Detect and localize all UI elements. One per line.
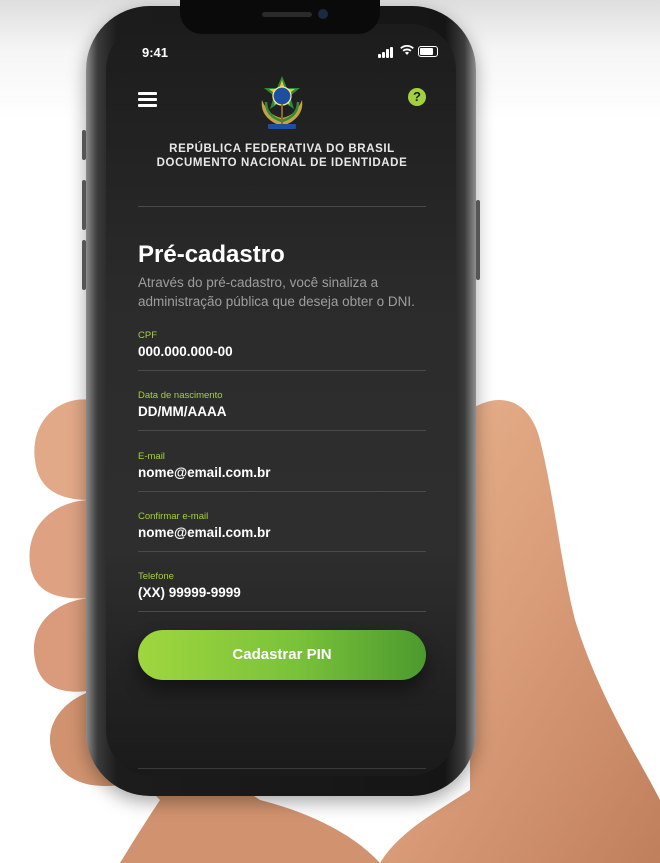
status-icons <box>378 44 438 58</box>
phone-volume-up-button <box>82 180 86 230</box>
cpf-label: CPF <box>138 330 157 341</box>
email-field[interactable]: E-mail nome@email.com.br <box>138 451 426 507</box>
header-divider <box>138 206 426 207</box>
confirm-email-field[interactable]: Confirmar e-mail nome@email.com.br <box>138 511 426 567</box>
field-underline <box>138 491 426 492</box>
email-label: E-mail <box>138 451 165 462</box>
phone-number-input[interactable]: (XX) 99999-9999 <box>138 585 241 600</box>
notch <box>180 0 380 34</box>
field-underline <box>138 430 426 431</box>
gov-line-2: DOCUMENTO NACIONAL DE IDENTIDADE <box>156 157 408 169</box>
page-description: Através do pré-cadastro, você sinaliza a… <box>138 275 415 309</box>
front-camera <box>318 9 328 19</box>
register-pin-button[interactable]: Cadastrar PIN <box>138 630 426 680</box>
confirm-email-input[interactable]: nome@email.com.br <box>138 525 270 540</box>
phone-volume-down-button <box>82 240 86 290</box>
cpf-input[interactable]: 000.000.000-00 <box>138 344 233 359</box>
status-time: 9:41 <box>142 45 169 60</box>
gov-line-1: REPÚBLICA FEDERATIVA DO BRASIL <box>169 143 395 155</box>
birthdate-label: Data de nascimento <box>138 390 223 401</box>
bottom-divider <box>138 768 426 769</box>
field-underline <box>138 611 426 612</box>
page-title: Pré-cadastro <box>138 241 285 268</box>
phone-number-field[interactable]: Telefone (XX) 99999-9999 <box>138 571 426 627</box>
coat-of-arms-icon <box>261 76 303 129</box>
government-title: REPÚBLICA FEDERATIVA DO BRASIL DOCUMENTO… <box>140 142 424 170</box>
phone-side-button <box>82 130 86 160</box>
phone-number-label: Telefone <box>138 571 174 582</box>
phone-power-button <box>476 200 480 280</box>
field-underline <box>138 551 426 552</box>
confirm-email-label: Confirmar e-mail <box>138 511 209 522</box>
birthdate-input[interactable]: DD/MM/AAAA <box>138 404 227 419</box>
cpf-field[interactable]: CPF 000.000.000-00 <box>138 330 426 386</box>
wifi-icon <box>400 45 414 55</box>
field-underline <box>138 370 426 371</box>
hamburger-menu-icon[interactable] <box>138 92 157 107</box>
speaker-grille <box>262 12 312 17</box>
battery-icon <box>418 46 438 57</box>
email-input[interactable]: nome@email.com.br <box>138 465 270 480</box>
birthdate-field[interactable]: Data de nascimento DD/MM/AAAA <box>138 390 426 446</box>
help-icon[interactable]: ? <box>408 88 426 106</box>
